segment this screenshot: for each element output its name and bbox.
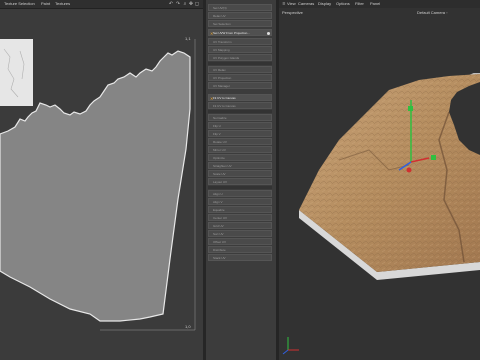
cmd-offset-uv[interactable]: Offset UV bbox=[208, 238, 272, 245]
cmd-align-v[interactable]: Align V bbox=[208, 198, 272, 205]
cmd-set-selection[interactable]: Set Selection bbox=[208, 20, 272, 27]
cmd-uv-islands[interactable]: UV Polygon Islands bbox=[208, 54, 272, 61]
cmd-scale-uv[interactable]: Scale UV bbox=[208, 170, 272, 177]
cmd-set-uvw-from-projection[interactable]: ✕ Set UVW From Projection... bbox=[208, 29, 272, 36]
cmd-mirror-uv[interactable]: Mirror UV bbox=[208, 146, 272, 153]
cmd-uv-manager[interactable]: UV Manager bbox=[208, 82, 272, 89]
cmd-sort-uv[interactable]: Sort UV bbox=[208, 230, 272, 237]
uv-coord-bottom-right: 1,0 bbox=[185, 324, 191, 329]
cmd-optimize[interactable]: Optimize bbox=[208, 154, 272, 161]
cmd-fit-uv-canvas[interactable]: ✕ Fit UV to Canvas bbox=[208, 94, 272, 101]
redo-icon[interactable]: ↷ bbox=[175, 1, 181, 7]
terrain-texture bbox=[299, 74, 480, 272]
uv-coord-top-right: 1,1 bbox=[185, 36, 191, 41]
gizmo-handle[interactable] bbox=[431, 155, 436, 160]
cmd-normalize[interactable]: Normalize bbox=[208, 114, 272, 121]
axis-z-indicator bbox=[282, 349, 289, 355]
cmd-fit-uv-canvas-2[interactable]: Fit UV to Canvas bbox=[208, 102, 272, 109]
gizmo-center[interactable] bbox=[406, 167, 412, 173]
uv-canvas[interactable] bbox=[0, 9, 203, 360]
maximize-icon[interactable]: ◻ bbox=[194, 1, 200, 7]
undo-icon[interactable]: ↶ bbox=[168, 1, 174, 7]
cmd-grid-uv[interactable]: Grid UV bbox=[208, 222, 272, 229]
uv-command-panel: Set UV(N) Relax UV Set Selection ✕ Set U… bbox=[206, 0, 276, 360]
cmd-relax-uv[interactable]: Relax UV bbox=[208, 12, 272, 19]
uv-viewport[interactable]: 1,1 1,0 bbox=[0, 9, 203, 360]
cmd-align-u[interactable]: Align U bbox=[208, 190, 272, 197]
cmd-center-uv[interactable]: Center UV bbox=[208, 214, 272, 221]
texture-thumbnail bbox=[0, 39, 33, 106]
cmd-fit-label: Fit UV to Canvas bbox=[213, 96, 236, 100]
cmd-separator bbox=[208, 186, 272, 189]
cmd-set-uvn[interactable]: Set UV(N) bbox=[208, 4, 272, 11]
gizmo-handle[interactable] bbox=[408, 106, 413, 111]
cmd-straighten-uv[interactable]: Straighten UV bbox=[208, 162, 272, 169]
cmd-stack-uv[interactable]: Stack UV bbox=[208, 254, 272, 261]
cmd-uv-relax[interactable]: UV Relax bbox=[208, 66, 272, 73]
cmd-flip-u[interactable]: Flip U bbox=[208, 122, 272, 129]
fit-icon: ✕ bbox=[210, 96, 214, 101]
cmd-separator bbox=[208, 110, 272, 113]
projection-icon: ✕ bbox=[210, 31, 214, 36]
cmd-active-label: Set UVW From Projection... bbox=[213, 31, 250, 35]
uv-menubar: Texture Selection Paint Textures ↶ ↷ ⌕ ✥… bbox=[0, 0, 203, 9]
viewport-scene[interactable] bbox=[279, 0, 480, 360]
cmd-rotate-uv[interactable]: Rotate UV bbox=[208, 138, 272, 145]
3d-viewport[interactable]: ≡ View Cameras Display Options Filter Pa… bbox=[279, 0, 480, 360]
cmd-distribute[interactable]: Distribute bbox=[208, 246, 272, 253]
cmd-equalize[interactable]: Equalize bbox=[208, 206, 272, 213]
menu-textures[interactable]: Textures bbox=[55, 1, 70, 6]
cmd-uv-transform[interactable]: UV Transform bbox=[208, 38, 272, 45]
menu-paint[interactable]: Paint bbox=[41, 1, 50, 6]
menu-texture-selection[interactable]: Texture Selection bbox=[4, 1, 35, 6]
cmd-uv-projection[interactable]: UV Projection bbox=[208, 74, 272, 81]
cmd-uv-mapping[interactable]: UV Mapping bbox=[208, 46, 272, 53]
uv-editor-panel: Texture Selection Paint Textures ↶ ↷ ⌕ ✥… bbox=[0, 0, 203, 360]
cmd-flip-v[interactable]: Flip V bbox=[208, 130, 272, 137]
cmd-separator bbox=[208, 62, 272, 65]
cmd-layout-uv[interactable]: Layout UV bbox=[208, 178, 272, 185]
cmd-dot-icon bbox=[267, 32, 270, 35]
